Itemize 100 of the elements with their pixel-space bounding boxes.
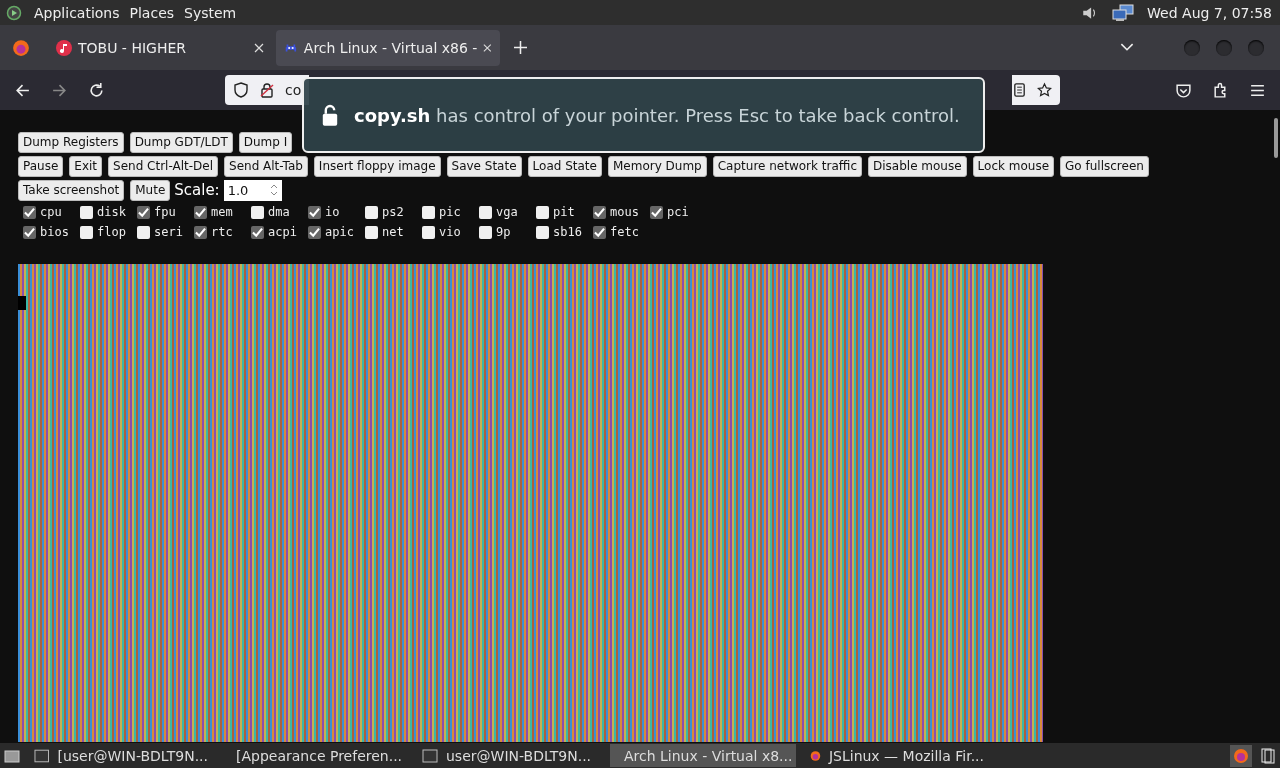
flag-label: acpi — [268, 225, 297, 239]
url-text[interactable]: co — [285, 82, 302, 98]
flag-label: vio — [439, 225, 461, 239]
firefox-icon[interactable] — [1230, 744, 1252, 767]
debug-button[interactable]: Capture network traffic — [712, 155, 862, 177]
checkbox[interactable] — [308, 205, 321, 219]
flag-label: vga — [496, 205, 518, 219]
checkbox[interactable] — [479, 205, 492, 219]
checkbox[interactable] — [194, 205, 207, 219]
flag-label: flop — [97, 225, 126, 239]
checkbox[interactable] — [593, 225, 606, 239]
taskbar-button[interactable]: [user@WIN-BDLT9N... — [28, 744, 214, 767]
reload-icon[interactable] — [88, 81, 105, 99]
terminal-icon — [34, 747, 50, 764]
checkbox[interactable] — [137, 205, 150, 219]
checkbox[interactable] — [194, 225, 207, 239]
debug-button[interactable]: Exit — [69, 155, 103, 177]
close-icon[interactable] — [254, 42, 264, 53]
terminal-icon — [422, 747, 438, 764]
flag-label: sb16 — [553, 225, 582, 239]
browser-tab[interactable]: TOBU - HIGHER — [48, 29, 272, 66]
flag-label: pit — [553, 205, 575, 219]
flag-label: net — [382, 225, 404, 239]
checkbox[interactable] — [650, 205, 663, 219]
debug-button[interactable]: Send Alt-Tab — [224, 155, 308, 177]
flag-label: disk — [97, 205, 126, 219]
flag-label: pci — [667, 205, 689, 219]
flag-label: dma — [268, 205, 290, 219]
flag-label: fetc — [610, 225, 639, 239]
checkbox[interactable] — [308, 225, 321, 239]
checkbox[interactable] — [23, 225, 36, 239]
debug-button[interactable]: Take screenshot — [18, 179, 125, 201]
flag-label: rtc — [211, 225, 233, 239]
checkbox[interactable] — [536, 225, 549, 239]
checkbox[interactable] — [80, 225, 93, 239]
clock[interactable]: Wed Aug 7, 07:58 — [1147, 4, 1272, 21]
browser-tab[interactable]: Arch Linux - Virtual x86 - — [276, 29, 500, 66]
checkbox[interactable] — [23, 205, 36, 219]
checkbox[interactable] — [80, 205, 93, 219]
spinner-arrows-icon[interactable] — [269, 183, 278, 197]
flag-label: 9p — [496, 225, 511, 239]
flag-label: seri — [154, 225, 183, 239]
checkbox[interactable] — [137, 225, 150, 239]
flag-label: ps2 — [382, 205, 404, 219]
lock-icon — [259, 82, 275, 98]
flag-label: mous — [610, 205, 639, 219]
taskbar-button[interactable]: JSLinux — Mozilla Fir... — [804, 744, 990, 767]
scale-label: Scale: — [174, 181, 220, 199]
pocket-icon[interactable] — [1175, 81, 1192, 99]
debug-button[interactable]: Dump I — [238, 131, 293, 153]
music-note-icon — [56, 39, 72, 56]
checkbox[interactable] — [593, 205, 606, 219]
network-computers-icon[interactable] — [1111, 3, 1136, 22]
debug-button[interactable]: Disable mouse — [868, 155, 967, 177]
checkbox[interactable] — [536, 205, 549, 219]
new-tab-icon[interactable] — [514, 41, 527, 54]
flag-label: mem — [211, 205, 233, 219]
show-desktop-icon[interactable] — [4, 747, 20, 764]
scale-field[interactable]: 1.0 — [223, 179, 282, 201]
debug-button[interactable]: Lock mouse — [972, 155, 1055, 177]
debug-button[interactable]: Dump Registers — [18, 131, 124, 153]
flag-label: io — [325, 205, 340, 219]
checkbox[interactable] — [422, 205, 435, 219]
taskbar-button[interactable]: Arch Linux - Virtual x8... — [610, 744, 796, 767]
flag-label: pic — [439, 205, 461, 219]
address-bar[interactable]: co — [225, 75, 309, 105]
checkbox[interactable] — [365, 205, 378, 219]
checkbox[interactable] — [422, 225, 435, 239]
debug-button[interactable]: Mute — [130, 179, 171, 201]
flag-label: apic — [325, 225, 354, 239]
panel-menu[interactable]: System — [184, 4, 237, 21]
debug-button[interactable]: Send Ctrl-Alt-Del — [108, 155, 219, 177]
reader-view-icon[interactable] — [1012, 82, 1027, 98]
debug-button[interactable]: Load State — [527, 155, 602, 177]
workspace-icon[interactable] — [1260, 747, 1276, 764]
debug-button[interactable]: Save State — [446, 155, 522, 177]
notice-text: copy.sh has control of your pointer. Press Esc to take back control. — [354, 104, 960, 126]
checkbox[interactable] — [251, 225, 264, 239]
debug-button[interactable]: Insert floppy image — [313, 155, 441, 177]
lock-icon — [320, 103, 340, 127]
checkbox[interactable] — [251, 205, 264, 219]
debug-button[interactable]: Dump GDT/LDT — [129, 131, 233, 153]
star-icon[interactable] — [1037, 82, 1052, 98]
checkbox[interactable] — [365, 225, 378, 239]
debug-button[interactable]: Go fullscreen — [1060, 155, 1149, 177]
close-icon[interactable] — [483, 42, 492, 53]
distro-logo-icon[interactable] — [6, 4, 22, 21]
taskbar-button[interactable]: user@WIN-BDLT9N... — [416, 744, 602, 767]
firefox-icon[interactable] — [12, 38, 30, 57]
address-bar-end[interactable] — [1012, 75, 1060, 105]
flag-label: cpu — [40, 205, 62, 219]
chevron-down-icon[interactable] — [1120, 43, 1134, 52]
panel-menu[interactable]: Places — [129, 4, 175, 21]
checkbox[interactable] — [479, 225, 492, 239]
debug-button[interactable]: Memory Dump — [607, 155, 707, 177]
flag-label: fpu — [154, 205, 176, 219]
debug-button[interactable]: Pause — [18, 155, 64, 177]
flag-label: bios — [40, 225, 69, 239]
panel-menu[interactable]: Applications — [34, 4, 120, 21]
taskbar-button[interactable]: [Appearance Preferen... — [222, 744, 408, 767]
